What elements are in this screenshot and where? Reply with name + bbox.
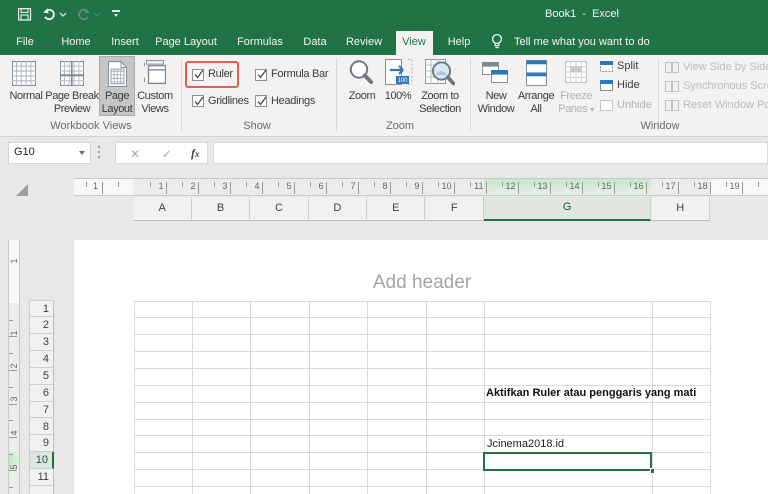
svg-text:100: 100 [397,78,408,84]
